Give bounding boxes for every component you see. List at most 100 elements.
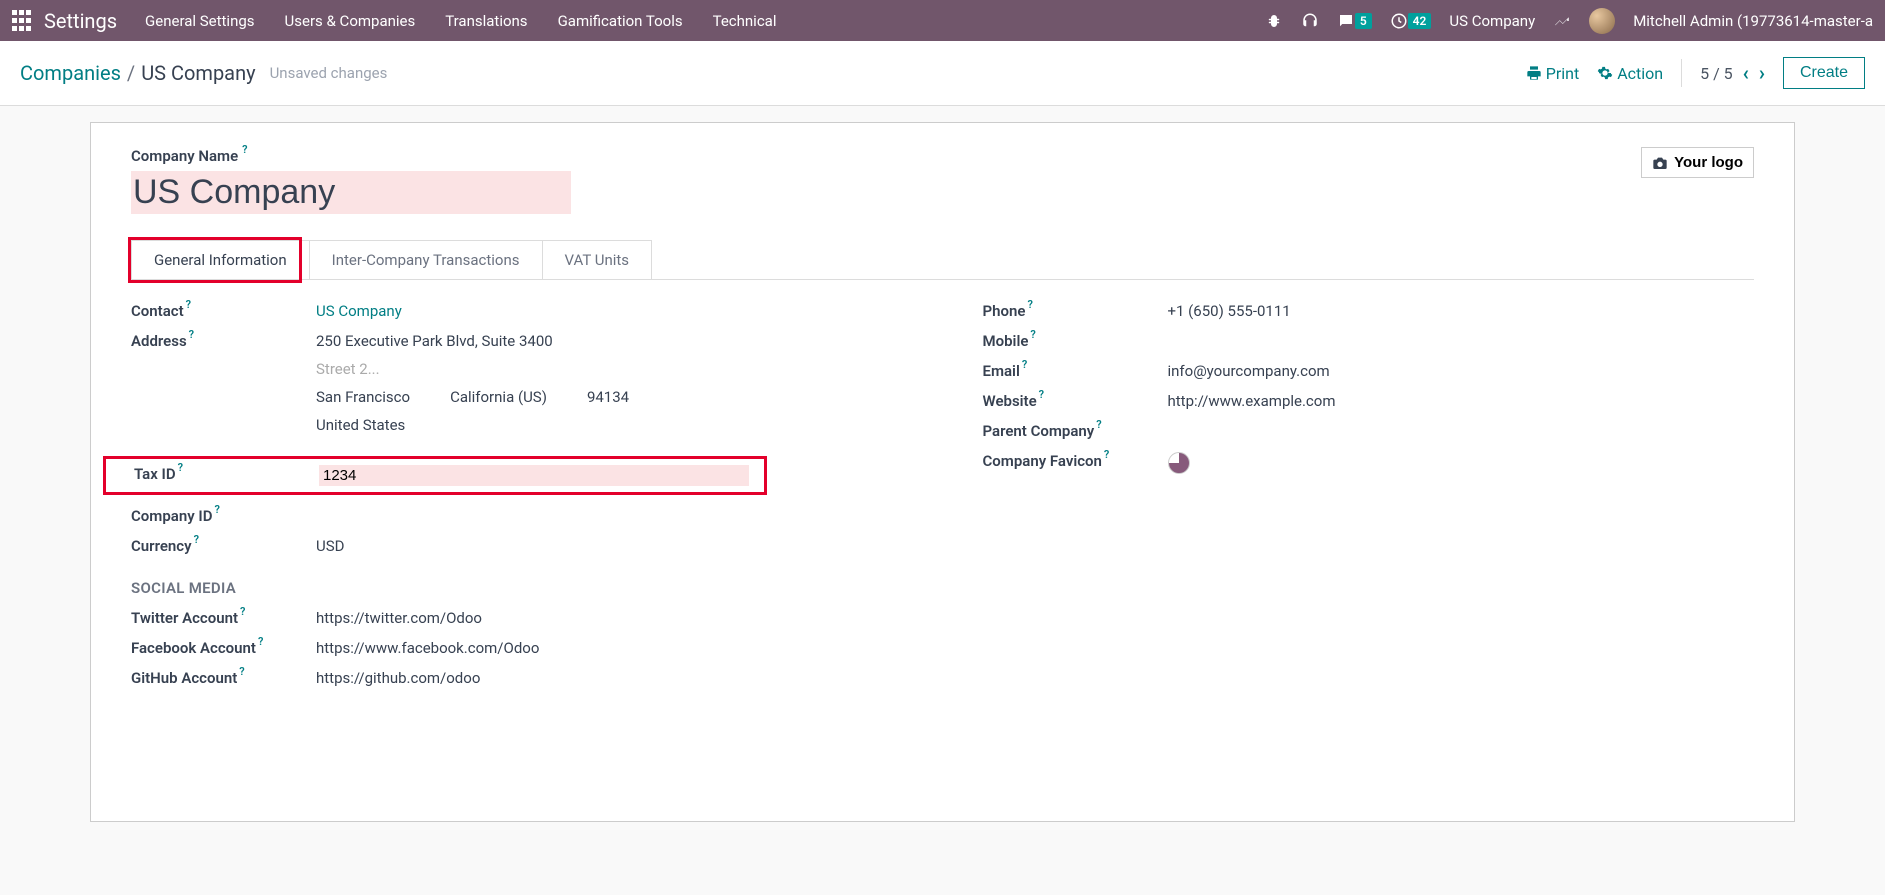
tab-vat-units[interactable]: VAT Units	[542, 240, 653, 279]
favicon-label: Company Favicon?	[983, 452, 1168, 470]
companyid-label: Company ID?	[131, 507, 316, 525]
company-name-input[interactable]	[131, 171, 571, 214]
website-input[interactable]: http://www.example.com	[1168, 392, 1755, 410]
form-sheet: Company Name ? Your logo General Informa…	[90, 122, 1795, 822]
parent-company-label: Parent Company?	[983, 422, 1168, 440]
breadcrumb: Companies / US Company	[20, 61, 256, 85]
favicon-image[interactable]	[1168, 452, 1190, 474]
help-icon[interactable]: ?	[239, 665, 244, 678]
logo-button-label: Your logo	[1674, 154, 1743, 171]
country-input[interactable]: United States	[316, 416, 903, 434]
print-label: Print	[1546, 64, 1579, 83]
breadcrumb-current: US Company	[141, 61, 255, 85]
help-icon[interactable]: ?	[258, 635, 263, 648]
email-label: Email?	[983, 362, 1168, 380]
help-icon[interactable]: ?	[1039, 388, 1044, 401]
menu-technical[interactable]: Technical	[713, 12, 777, 30]
headset-icon[interactable]	[1301, 12, 1319, 30]
contact-label: Contact?	[131, 302, 316, 320]
breadcrumb-separator: /	[127, 61, 135, 85]
apps-icon[interactable]	[12, 10, 34, 32]
tab-intercompany[interactable]: Inter-Company Transactions	[309, 240, 543, 279]
social-media-section-title: SOCIAL MEDIA	[131, 579, 903, 597]
clock-icon[interactable]: 42	[1390, 12, 1432, 30]
gear-icon	[1597, 65, 1613, 81]
help-icon[interactable]: ?	[214, 503, 219, 516]
help-icon[interactable]: ?	[1096, 418, 1101, 431]
website-label: Website?	[983, 392, 1168, 410]
address-label: Address?	[131, 332, 316, 350]
twitter-label: Twitter Account?	[131, 609, 316, 627]
app-brand[interactable]: Settings	[44, 9, 117, 33]
menu-translations[interactable]: Translations	[445, 12, 527, 30]
action-label: Action	[1617, 64, 1663, 83]
sheet-header: Company Name ? Your logo	[131, 147, 1754, 214]
tab-general-information[interactable]: General Information	[131, 240, 310, 279]
facebook-label: Facebook Account?	[131, 639, 316, 657]
company-name-label: Company Name ?	[131, 147, 248, 165]
help-icon[interactable]: ?	[242, 143, 247, 156]
navbar-user[interactable]: Mitchell Admin (19773614-master-a	[1633, 12, 1873, 30]
sheet-wrapper: Company Name ? Your logo General Informa…	[0, 106, 1885, 822]
email-input[interactable]: info@yourcompany.com	[1168, 362, 1755, 380]
help-icon[interactable]: ?	[1027, 298, 1032, 311]
menu-gamification[interactable]: Gamification Tools	[558, 12, 683, 30]
company-name-label-text: Company Name	[131, 147, 238, 165]
facebook-input[interactable]: https://www.facebook.com/Odoo	[316, 639, 903, 657]
main-menu: General Settings Users & Companies Trans…	[145, 12, 1265, 30]
twitter-input[interactable]: https://twitter.com/Odoo	[316, 609, 903, 627]
print-icon	[1526, 65, 1542, 81]
pager-prev-icon[interactable]: ‹	[1743, 61, 1749, 85]
pager-text: 5 / 5	[1700, 64, 1733, 83]
taxid-input[interactable]	[319, 465, 749, 486]
menu-general-settings[interactable]: General Settings	[145, 12, 255, 30]
pager: 5 / 5 ‹ ›	[1700, 61, 1765, 85]
city-input[interactable]: San Francisco	[316, 388, 410, 406]
messages-icon[interactable]: 5	[1337, 12, 1372, 30]
help-icon[interactable]: ?	[189, 328, 194, 341]
mobile-label: Mobile?	[983, 332, 1168, 350]
help-icon[interactable]: ?	[186, 298, 191, 311]
your-logo-button[interactable]: Your logo	[1641, 147, 1754, 178]
tax-id-row-highlight: Tax ID?	[103, 456, 767, 495]
top-navbar: Settings General Settings Users & Compan…	[0, 0, 1885, 41]
breadcrumb-root[interactable]: Companies	[20, 61, 121, 85]
phone-input[interactable]: +1 (650) 555-0111	[1168, 302, 1755, 320]
navbar-company[interactable]: US Company	[1449, 12, 1535, 30]
help-icon[interactable]: ?	[1104, 448, 1109, 461]
right-column: Phone? +1 (650) 555-0111 Mobile? Email? …	[983, 302, 1755, 699]
help-icon[interactable]: ?	[1030, 328, 1035, 341]
pager-next-icon[interactable]: ›	[1759, 61, 1765, 85]
state-input[interactable]: California (US)	[450, 388, 547, 406]
clock-badge: 42	[1408, 13, 1432, 29]
taxid-label: Tax ID?	[134, 465, 319, 483]
address-block: 250 Executive Park Blvd, Suite 3400 Stre…	[316, 332, 903, 444]
create-button[interactable]: Create	[1783, 57, 1865, 89]
help-icon[interactable]: ?	[240, 605, 245, 618]
form-grid: Contact? US Company Address? 250 Executi…	[131, 302, 1754, 699]
unsaved-indicator: Unsaved changes	[270, 64, 388, 82]
menu-users-companies[interactable]: Users & Companies	[285, 12, 416, 30]
github-label: GitHub Account?	[131, 669, 316, 687]
street1-input[interactable]: 250 Executive Park Blvd, Suite 3400	[316, 332, 903, 350]
tools-icon[interactable]	[1553, 12, 1571, 30]
currency-label: Currency?	[131, 537, 316, 555]
zip-input[interactable]: 94134	[587, 388, 629, 406]
left-column: Contact? US Company Address? 250 Executi…	[131, 302, 903, 699]
street2-input[interactable]: Street 2...	[316, 360, 903, 378]
help-icon[interactable]: ?	[194, 533, 199, 546]
camera-icon	[1652, 155, 1668, 171]
github-input[interactable]: https://github.com/odoo	[316, 669, 903, 687]
contact-link[interactable]: US Company	[316, 302, 402, 320]
bug-icon[interactable]	[1265, 12, 1283, 30]
currency-input[interactable]: USD	[316, 537, 903, 555]
action-button[interactable]: Action	[1597, 64, 1663, 83]
messages-badge: 5	[1355, 13, 1372, 29]
navbar-right: 5 42 US Company Mitchell Admin (19773614…	[1265, 8, 1873, 34]
avatar[interactable]	[1589, 8, 1615, 34]
help-icon[interactable]: ?	[1022, 358, 1027, 371]
phone-label: Phone?	[983, 302, 1168, 320]
print-button[interactable]: Print	[1526, 64, 1579, 83]
help-icon[interactable]: ?	[178, 461, 183, 474]
tabs: General Information Inter-Company Transa…	[131, 240, 1754, 280]
